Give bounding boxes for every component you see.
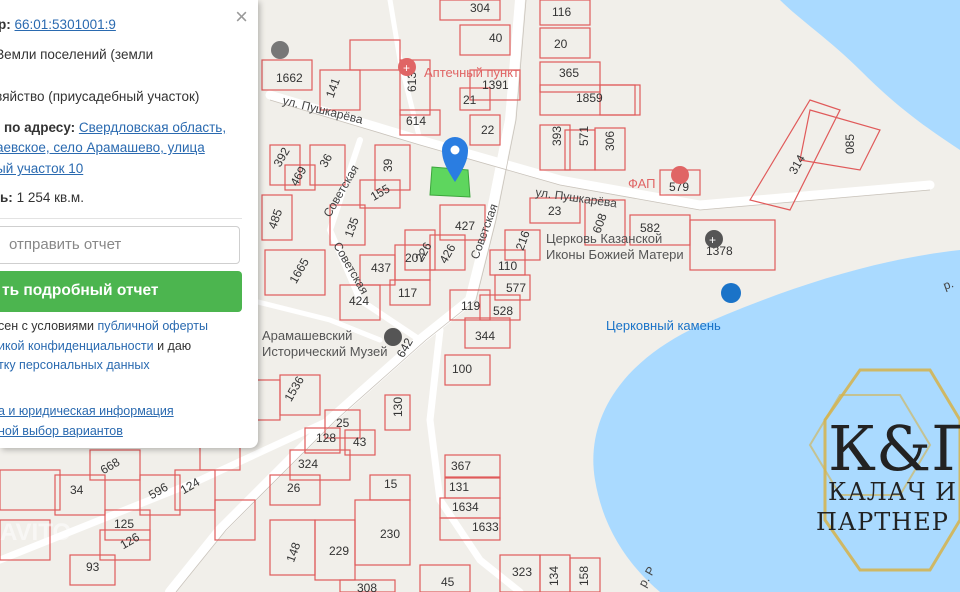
report-email-input[interactable]: отправить отчет xyxy=(0,226,240,264)
address-label: по адресу: xyxy=(4,120,76,135)
svg-text:1859: 1859 xyxy=(576,91,603,105)
logo-monogram: К&П xyxy=(828,412,960,485)
logo-line-2: ПАРТНЕР xyxy=(816,508,949,536)
svg-text:367: 367 xyxy=(451,459,471,473)
report-input-placeholder: отправить отчет xyxy=(9,236,122,253)
svg-text:26: 26 xyxy=(287,481,301,495)
address-row: по адресу: Свердловская область, xyxy=(4,120,226,135)
svg-text:130: 130 xyxy=(391,397,405,417)
svg-text:230: 230 xyxy=(380,527,400,541)
address-link-line1[interactable]: Свердловская область, xyxy=(79,120,226,135)
parcel-info-panel: × р: 66:01:5301001:9 Земли поселений (зе… xyxy=(0,0,258,448)
svg-text:20: 20 xyxy=(554,37,568,51)
svg-text:427: 427 xyxy=(455,219,475,233)
agreement-mid: и даю xyxy=(157,339,192,353)
svg-text:23: 23 xyxy=(548,204,562,218)
svg-text:117: 117 xyxy=(398,286,417,300)
address-link-line2[interactable]: аевское, село Арамашево, улица xyxy=(0,140,205,155)
svg-text:22: 22 xyxy=(481,123,495,137)
svg-text:304: 304 xyxy=(470,1,490,15)
svg-text:15: 15 xyxy=(384,477,398,491)
svg-text:1633: 1633 xyxy=(472,520,499,534)
poi-stone-label: Церковный камень xyxy=(606,318,721,333)
watermark: AVITO xyxy=(0,519,71,546)
svg-text:344: 344 xyxy=(475,329,495,343)
address-link-line3[interactable]: ый участок 10 xyxy=(0,161,83,176)
svg-text:437: 437 xyxy=(371,261,391,275)
svg-text:43: 43 xyxy=(353,435,367,449)
detailed-report-button[interactable]: ть подробный отчет xyxy=(0,271,242,312)
svg-text:577: 577 xyxy=(506,281,526,295)
divider xyxy=(0,218,242,219)
svg-text:393: 393 xyxy=(550,126,564,146)
personal-data-link[interactable]: тку персональных данных xyxy=(0,358,150,372)
area-row: ь: 1 254 кв.м. xyxy=(0,190,84,205)
privacy-policy-link[interactable]: икой конфиденциальности xyxy=(0,339,154,353)
legal-info-link[interactable]: а и юридическая информация xyxy=(0,404,174,418)
svg-text:119: 119 xyxy=(461,299,480,313)
svg-text:158: 158 xyxy=(577,566,591,586)
svg-text:21: 21 xyxy=(463,93,477,107)
svg-text:116: 116 xyxy=(552,5,571,19)
poi-church-label-2: Иконы Божией Матери xyxy=(546,247,684,262)
usage-text: зяйство (приусадебный участок) xyxy=(0,89,200,104)
agreement-line-2: икой конфиденциальности и даю xyxy=(0,336,191,356)
svg-text:93: 93 xyxy=(86,560,100,574)
svg-text:365: 365 xyxy=(559,66,579,80)
svg-text:39: 39 xyxy=(381,158,395,172)
cadastral-number-link[interactable]: 66:01:5301001:9 xyxy=(15,17,116,32)
detailed-report-label: ть подробный отчет xyxy=(2,282,159,299)
svg-text:45: 45 xyxy=(441,575,455,589)
area-value: 1 254 кв.м. xyxy=(16,190,84,205)
svg-text:34: 34 xyxy=(70,483,84,497)
svg-text:25: 25 xyxy=(336,416,350,430)
svg-text:323: 323 xyxy=(512,565,532,579)
cadastral-label: р: xyxy=(0,17,11,32)
variants-choice-link[interactable]: ной выбор вариантов xyxy=(0,424,123,438)
svg-text:+: + xyxy=(403,61,410,75)
svg-text:571: 571 xyxy=(577,126,591,146)
area-label: ь: xyxy=(0,190,13,205)
svg-text:128: 128 xyxy=(316,431,336,445)
poi-pharmacy-label: Аптечный пункт xyxy=(424,65,519,80)
svg-text:1391: 1391 xyxy=(482,78,509,92)
public-offer-link[interactable]: публичной оферты xyxy=(98,319,208,333)
svg-text:308: 308 xyxy=(357,581,377,592)
cadastral-row: р: 66:01:5301001:9 xyxy=(0,17,116,32)
svg-text:100: 100 xyxy=(452,362,472,376)
category-text: Земли поселений (земли xyxy=(0,47,154,62)
svg-text:229: 229 xyxy=(329,544,349,558)
poi-church-label-1: Церковь Казанской xyxy=(546,231,662,246)
svg-text:110: 110 xyxy=(498,259,517,273)
svg-text:125: 125 xyxy=(114,517,134,531)
poi-museum-label-2: Исторический Музей xyxy=(262,344,387,359)
svg-text:1662: 1662 xyxy=(276,71,303,85)
logo-line-1: КАЛАЧ И xyxy=(828,478,957,506)
svg-text:134: 134 xyxy=(547,566,561,586)
poi-fap-label: ФАП xyxy=(628,176,655,191)
poi-other xyxy=(271,41,289,59)
svg-text:614: 614 xyxy=(406,114,426,128)
svg-text:306: 306 xyxy=(603,131,617,151)
svg-text:085: 085 xyxy=(843,134,857,154)
svg-text:1634: 1634 xyxy=(452,500,479,514)
poi-museum-label-1: Арамашевский xyxy=(262,328,352,343)
svg-text:528: 528 xyxy=(493,304,513,318)
agreement-line-1: сен с условиями публичной оферты xyxy=(0,316,208,336)
close-icon[interactable]: × xyxy=(235,6,248,28)
agreement-prefix: сен с условиями xyxy=(0,319,95,333)
svg-text:+: + xyxy=(709,233,716,247)
svg-text:40: 40 xyxy=(489,31,503,45)
svg-text:207: 207 xyxy=(405,251,425,265)
svg-text:131: 131 xyxy=(449,480,469,494)
svg-text:324: 324 xyxy=(298,457,318,471)
